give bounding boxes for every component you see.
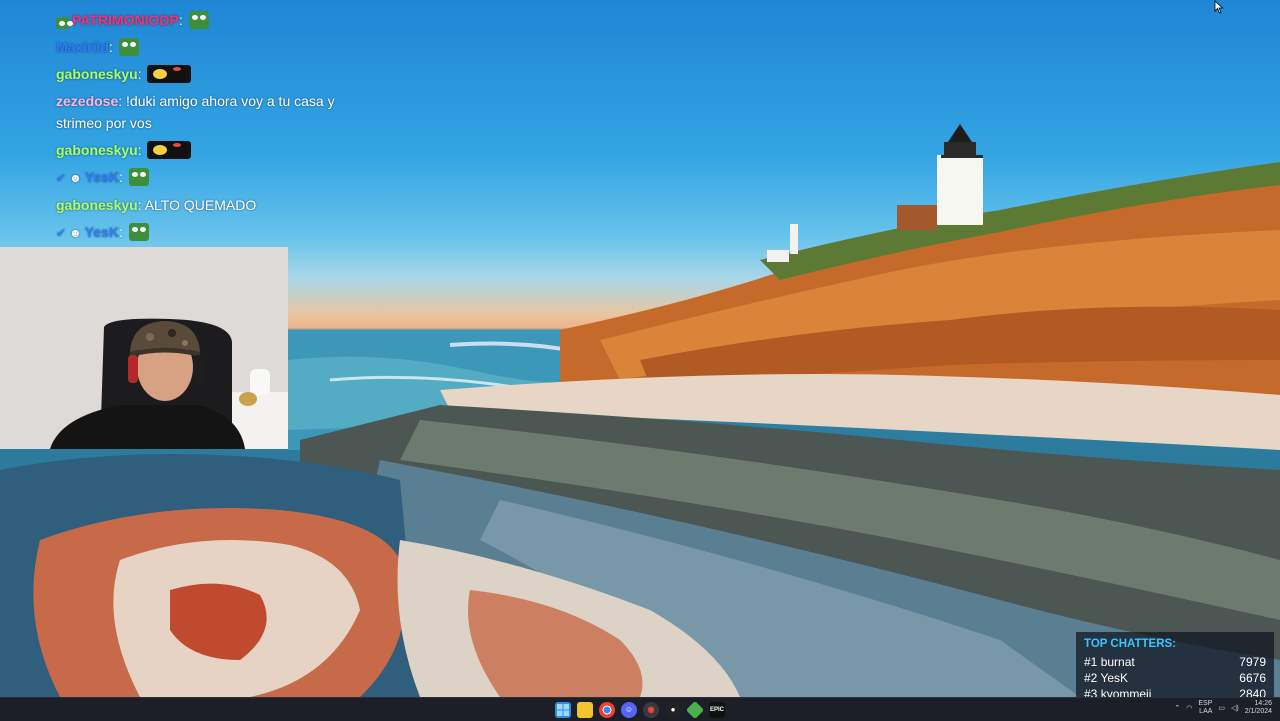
chat-username: gaboneskyu (56, 196, 138, 213)
epic-games-icon[interactable]: EPIC (709, 701, 725, 718)
clock-time: 14:26 (1254, 700, 1272, 707)
chatter-count: 6676 (1239, 671, 1266, 685)
pepe-emote-icon (56, 16, 73, 29)
chat-username: Maxirild (56, 38, 109, 55)
chatter-rank: #1 (1084, 655, 1098, 669)
top-chatter-row: #1 burnat 7979 (1084, 654, 1266, 670)
verified-badge-icon: ✔ (56, 170, 67, 185)
chevron-up-icon[interactable]: ⌃ (1174, 704, 1180, 712)
minion-emote-icon (147, 140, 192, 159)
windows-start-icon[interactable] (555, 701, 571, 718)
language-indicator[interactable]: ESP LAA (1198, 700, 1212, 716)
chat-username: YesK (84, 168, 119, 185)
chatter-name: YesK (1100, 671, 1129, 685)
chat-username: gaboneskyu (56, 141, 138, 158)
pepe-emote-icon (118, 37, 139, 56)
clock[interactable]: 14:26 2/1/2024 (1245, 700, 1272, 716)
chat-message: PATRIMONIODP: (48, 6, 348, 33)
chat-message: gaboneskyu: ALTO QUEMADO (56, 196, 257, 213)
chrome-icon[interactable] (599, 701, 615, 718)
obs-icon[interactable]: ● (665, 701, 681, 718)
chat-message: zezedose: !duki amigo ahora voy a tu cas… (56, 92, 335, 131)
chatter-rank: #2 (1084, 671, 1098, 685)
file-explorer-icon[interactable] (577, 701, 593, 718)
system-tray: ⌃ ◠ ESP LAA ▭ ◁) 14:26 2/1/2024 (1174, 700, 1272, 716)
chatter-name: burnat (1100, 655, 1135, 669)
pepe-emote-icon (128, 222, 149, 241)
pepe-emote-icon (128, 167, 149, 186)
language-sub-label: LAA (1199, 708, 1213, 715)
minecraft-icon[interactable] (685, 700, 705, 719)
chat-username: gaboneskyu (56, 65, 138, 82)
top-chatter-row: #2 YesK 6676 (1084, 670, 1266, 686)
windows-taskbar: ☺ ◉ ● EPIC ⌃ ◠ ESP LAA ▭ ◁) 14:26 2/1/2024 (0, 697, 1280, 721)
chat-message: Maxirild: (48, 33, 348, 60)
minion-emote-icon (147, 64, 192, 83)
chat-message: gaboneskyu: (48, 60, 348, 87)
discord-icon[interactable]: ☺ (621, 701, 637, 718)
chat-text: ALTO QUEMADO (144, 196, 257, 213)
smiley-badge-icon: ☻ (69, 225, 82, 240)
chat-overlay: PATRIMONIODP: Maxirild: gaboneskyu: zeze… (48, 6, 348, 246)
volume-icon[interactable]: ◁) (1231, 704, 1239, 712)
clock-date: 2/1/2024 (1244, 708, 1272, 715)
chat-username: PATRIMONIODP (72, 11, 179, 28)
chat-message: gaboneskyu: (48, 136, 348, 163)
top-chatters-title: TOP CHATTERS: (1084, 638, 1177, 650)
smiley-badge-icon: ☻ (69, 170, 82, 185)
chat-message: ✔ ☻ YesK: (48, 163, 348, 191)
mouse-cursor-icon (1214, 0, 1224, 14)
app-red-icon[interactable]: ◉ (643, 701, 659, 718)
pepe-emote-icon (188, 10, 209, 29)
language-label: ESP (1198, 700, 1213, 707)
streamer-webcam-image (0, 247, 288, 449)
chat-username: zezedose (56, 92, 119, 109)
chatter-count: 7979 (1239, 655, 1266, 669)
wifi-icon[interactable]: ◠ (1186, 704, 1192, 712)
chat-message: ✔ ☻ YesK: (48, 218, 348, 246)
verified-badge-icon: ✔ (56, 225, 67, 240)
monitor-icon[interactable]: ▭ (1218, 704, 1225, 712)
webcam-feed (0, 247, 288, 449)
chat-username: YesK (84, 223, 119, 240)
